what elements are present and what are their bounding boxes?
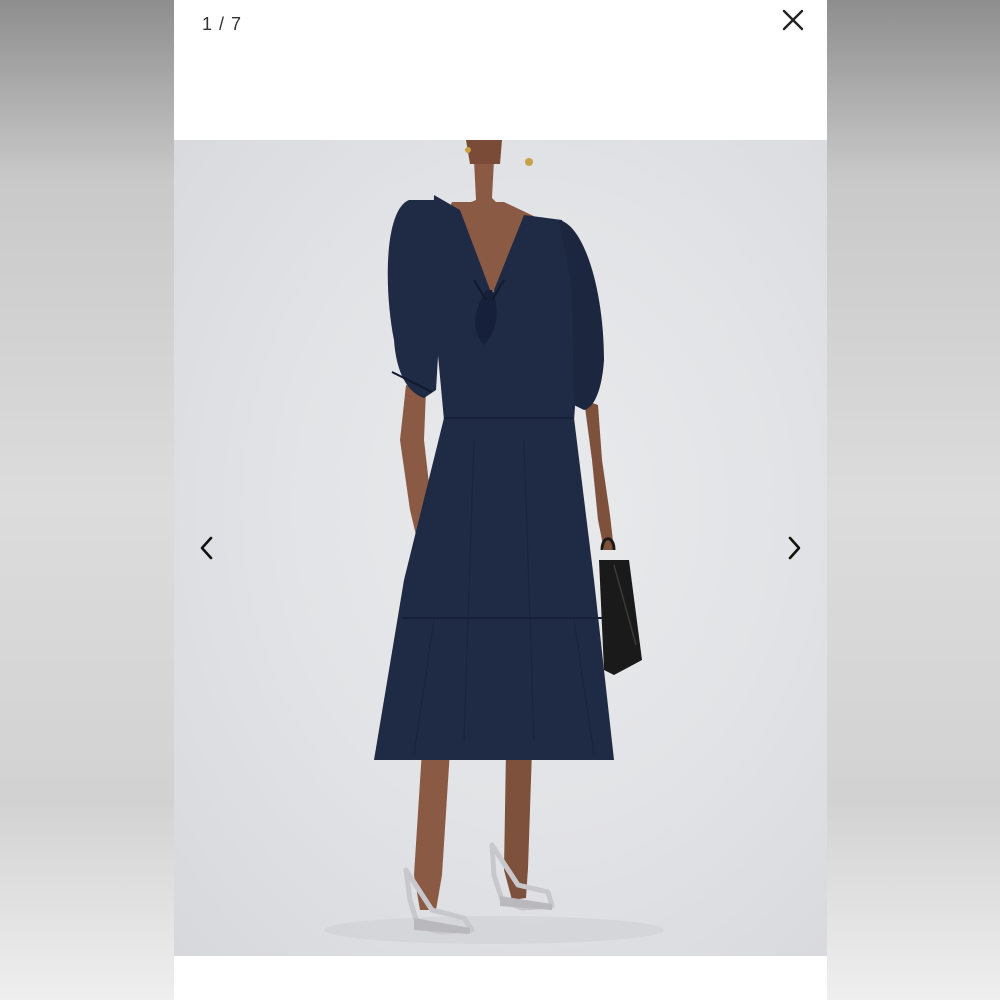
image-counter: 1 / 7	[202, 14, 243, 34]
backdrop-right	[827, 0, 1000, 1000]
previous-image-button[interactable]	[192, 533, 222, 563]
chevron-right-icon	[788, 536, 801, 560]
product-photo	[174, 140, 827, 956]
chevron-left-icon	[200, 536, 213, 560]
close-icon	[782, 9, 804, 31]
image-viewer: 1 / 7	[174, 0, 827, 1000]
backdrop-left	[0, 0, 174, 1000]
next-image-button[interactable]	[779, 533, 809, 563]
close-button[interactable]	[779, 6, 807, 34]
model-figure	[324, 140, 664, 944]
